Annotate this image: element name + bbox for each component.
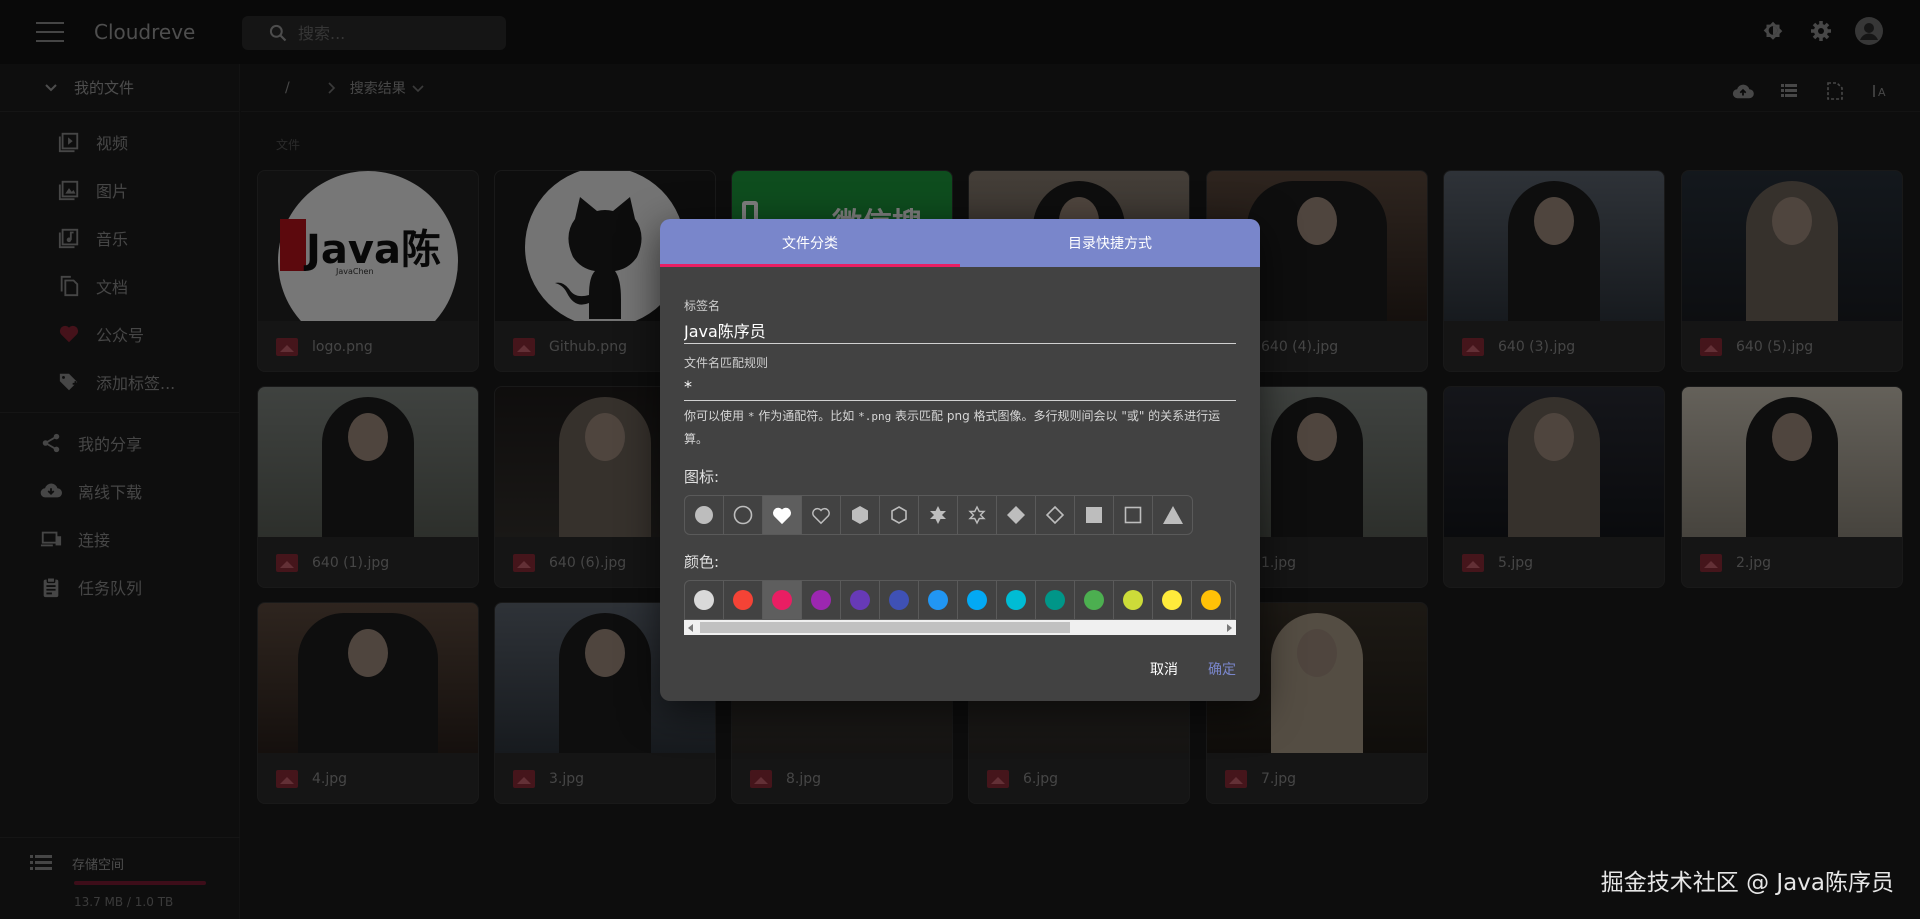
hexagon-filled-icon[interactable]: [841, 496, 880, 534]
color-swatch[interactable]: [919, 581, 958, 619]
color-dot: [1201, 590, 1221, 610]
color-swatch[interactable]: [1075, 581, 1114, 619]
color-dot: [694, 590, 714, 610]
color-dot: [1123, 590, 1143, 610]
heart-outline-icon[interactable]: [802, 496, 841, 534]
color-swatch[interactable]: [763, 581, 802, 619]
color-section-label: 颜色:: [684, 553, 720, 571]
color-swatch[interactable]: [1036, 581, 1075, 619]
color-dot: [811, 590, 831, 610]
pattern-helper-text: 你可以使用 * 作为通配符。比如 *.png 表示匹配 png 格式图像。多行规…: [684, 409, 1221, 446]
color-swatch[interactable]: [880, 581, 919, 619]
circle-outline-icon[interactable]: [724, 496, 763, 534]
pattern-label: 文件名匹配规则: [684, 356, 769, 370]
color-picker: [684, 580, 1236, 620]
add-tag-dialog: 文件分类 目录快捷方式 标签名 文件名匹配规则 你可以使用 * 作为通配符。比如…: [660, 219, 1260, 701]
color-swatch[interactable]: [1114, 581, 1153, 619]
diamond-filled-icon[interactable]: [997, 496, 1036, 534]
color-dot: [772, 590, 792, 610]
color-swatch[interactable]: [1192, 581, 1231, 619]
color-swatch[interactable]: [841, 581, 880, 619]
confirm-button[interactable]: 确定: [1208, 659, 1236, 679]
color-swatch[interactable]: [1153, 581, 1192, 619]
square-outline-icon[interactable]: [1114, 496, 1153, 534]
triangle-filled-icon[interactable]: [1153, 496, 1192, 534]
color-dot: [1084, 590, 1104, 610]
watermark: 掘金技术社区 @ Java陈序员: [1600, 870, 1894, 896]
color-dot: [1162, 590, 1182, 610]
tag-name-label: 标签名: [684, 299, 721, 313]
color-swatch[interactable]: [802, 581, 841, 619]
star-outline-icon[interactable]: [958, 496, 997, 534]
heart-filled-icon[interactable]: [763, 496, 802, 534]
icon-picker: [684, 495, 1193, 535]
color-dot: [850, 590, 870, 610]
star-filled-icon[interactable]: [919, 496, 958, 534]
cancel-button[interactable]: 取消: [1150, 659, 1178, 679]
square-filled-icon[interactable]: [1075, 496, 1114, 534]
diamond-outline-icon[interactable]: [1036, 496, 1075, 534]
color-dot: [889, 590, 909, 610]
dialog-tabs: 文件分类 目录快捷方式: [660, 219, 1260, 267]
color-swatch[interactable]: [724, 581, 763, 619]
color-dot: [1045, 590, 1065, 610]
color-swatch[interactable]: [685, 581, 724, 619]
color-swatch[interactable]: [958, 581, 997, 619]
color-dot: [733, 590, 753, 610]
pattern-input[interactable]: [684, 371, 1236, 401]
circle-filled-icon[interactable]: [685, 496, 724, 534]
color-dot: [928, 590, 948, 610]
color-dot: [967, 590, 987, 610]
icon-section-label: 图标:: [684, 468, 720, 486]
tag-name-input[interactable]: [684, 314, 1236, 344]
tab-directory-shortcut[interactable]: 目录快捷方式: [960, 219, 1260, 267]
color-dot: [1006, 590, 1026, 610]
hexagon-outline-icon[interactable]: [880, 496, 919, 534]
scroll-right-arrow-icon[interactable]: [1227, 624, 1232, 632]
color-swatch[interactable]: [997, 581, 1036, 619]
scrollbar-thumb[interactable]: [700, 622, 1070, 633]
tab-file-category[interactable]: 文件分类: [660, 219, 960, 267]
scroll-left-arrow-icon[interactable]: [688, 624, 693, 632]
color-picker-scrollbar[interactable]: [684, 620, 1236, 635]
